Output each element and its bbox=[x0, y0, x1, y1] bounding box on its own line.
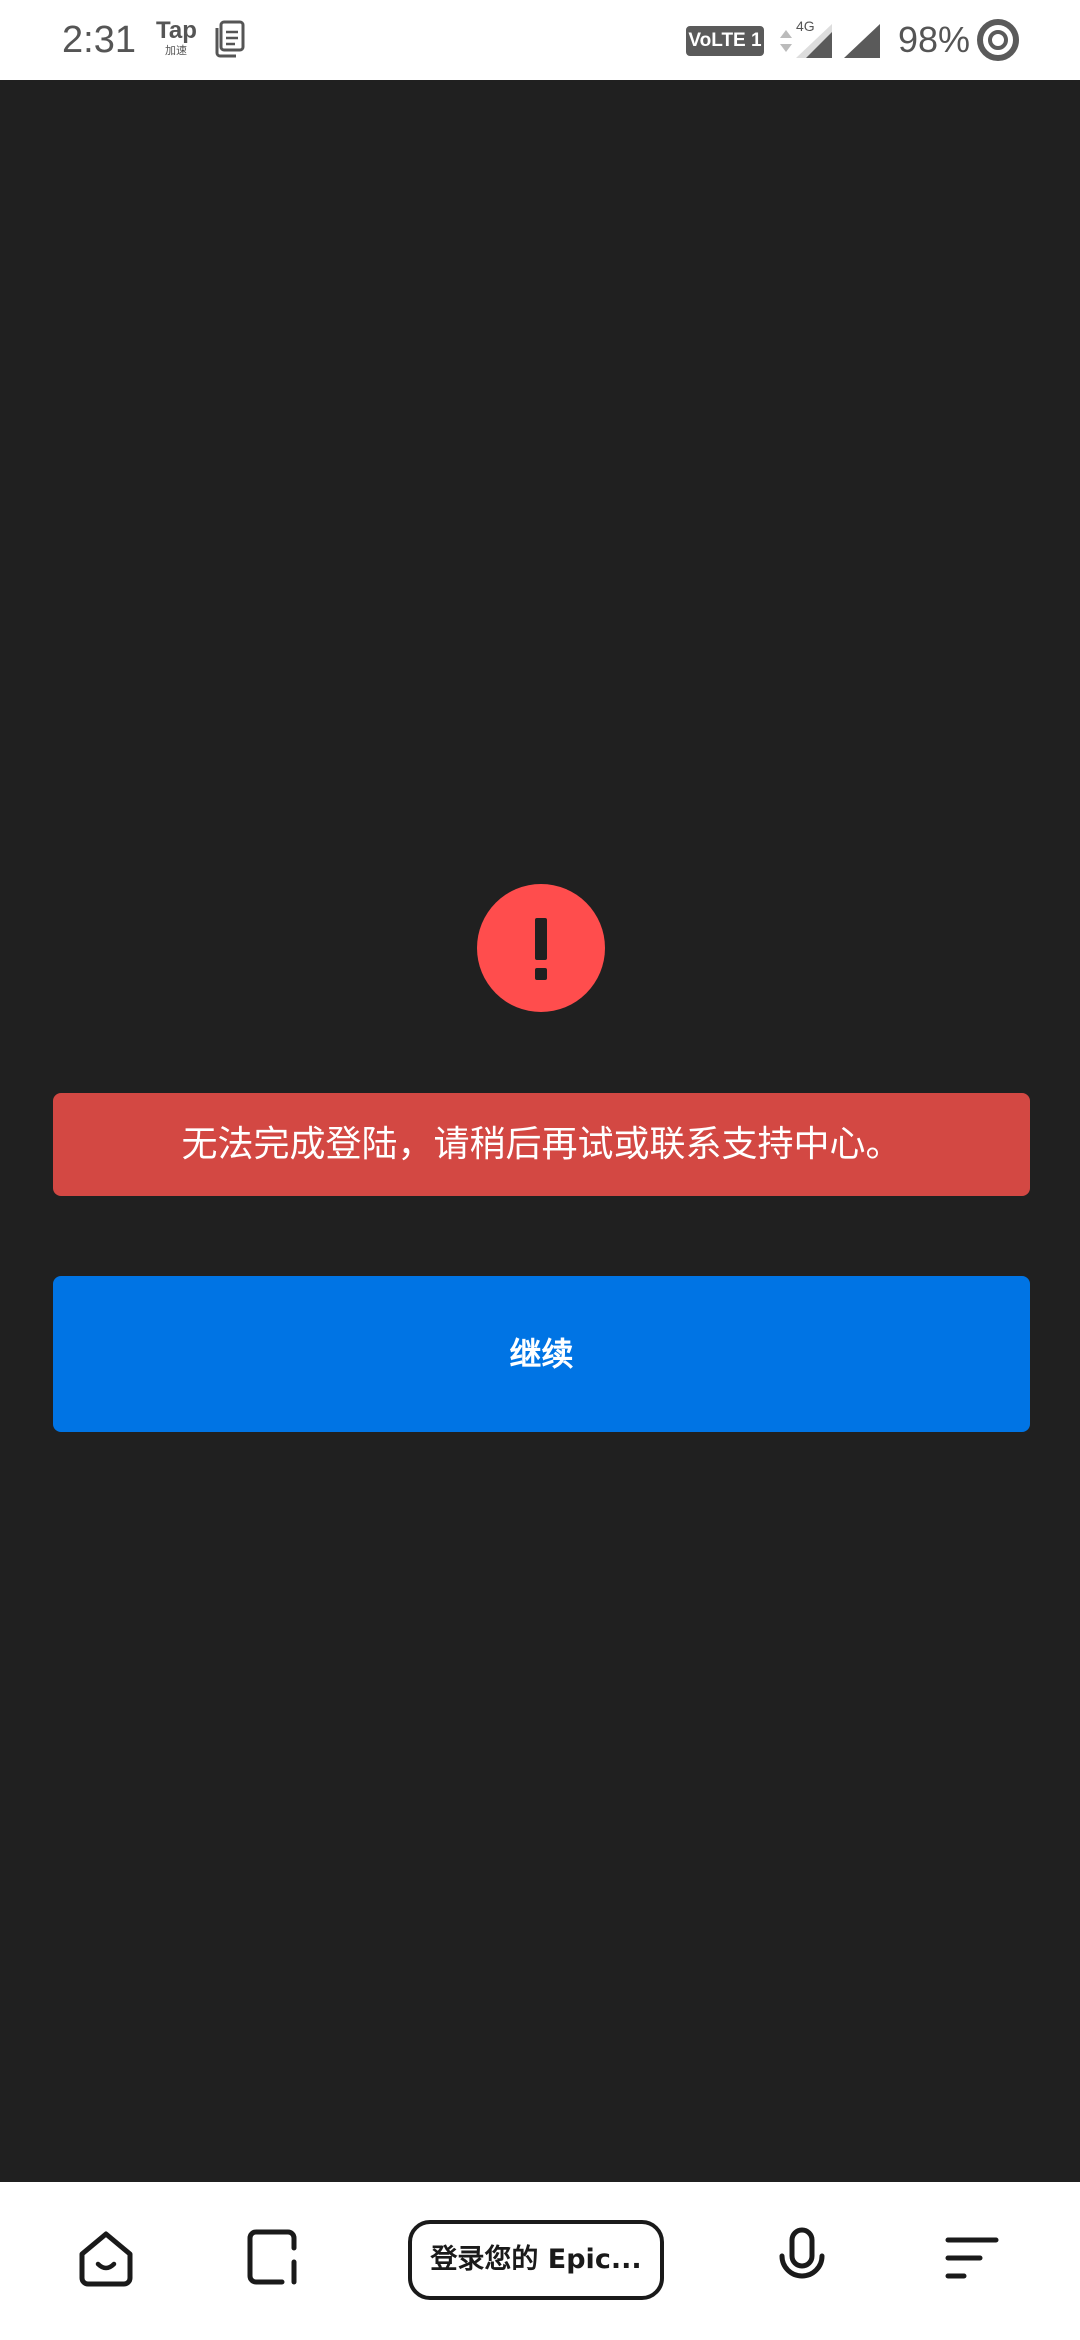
clipboard-icon bbox=[215, 20, 245, 58]
screen: 2:31 Tap 加速 VoLTE 1 4G 98% 无法完成登陆，请稍后再试或… bbox=[0, 0, 1080, 2340]
tabs-icon[interactable] bbox=[242, 2226, 306, 2290]
microphone-icon[interactable] bbox=[770, 2226, 834, 2290]
tap-sublabel: 加速 bbox=[165, 44, 187, 57]
exclamation-icon bbox=[477, 884, 605, 1012]
signal-icon-secondary bbox=[844, 24, 880, 58]
status-bar: 2:31 Tap 加速 VoLTE 1 4G 98% bbox=[0, 0, 1080, 80]
exclamation-dot bbox=[535, 968, 547, 980]
data-arrows-icon bbox=[780, 30, 792, 52]
bottom-nav-bar: 登录您的 Epic... bbox=[0, 2182, 1080, 2340]
battery-percent: 98% bbox=[898, 19, 971, 60]
signal-icon bbox=[796, 24, 832, 58]
status-time: 2:31 bbox=[62, 19, 136, 61]
volte-badge: VoLTE 1 bbox=[686, 26, 764, 56]
battery-ring-icon bbox=[977, 19, 1019, 61]
address-bar[interactable]: 登录您的 Epic... bbox=[408, 2220, 664, 2300]
tap-label: Tap bbox=[156, 17, 197, 44]
error-banner: 无法完成登陆，请稍后再试或联系支持中心。 bbox=[53, 1093, 1030, 1196]
tap-accelerator-icon: Tap 加速 bbox=[156, 17, 197, 62]
home-icon[interactable] bbox=[74, 2226, 138, 2290]
exclamation-bar bbox=[535, 918, 547, 960]
menu-icon[interactable] bbox=[940, 2226, 1004, 2290]
continue-button[interactable]: 继续 bbox=[53, 1276, 1030, 1432]
